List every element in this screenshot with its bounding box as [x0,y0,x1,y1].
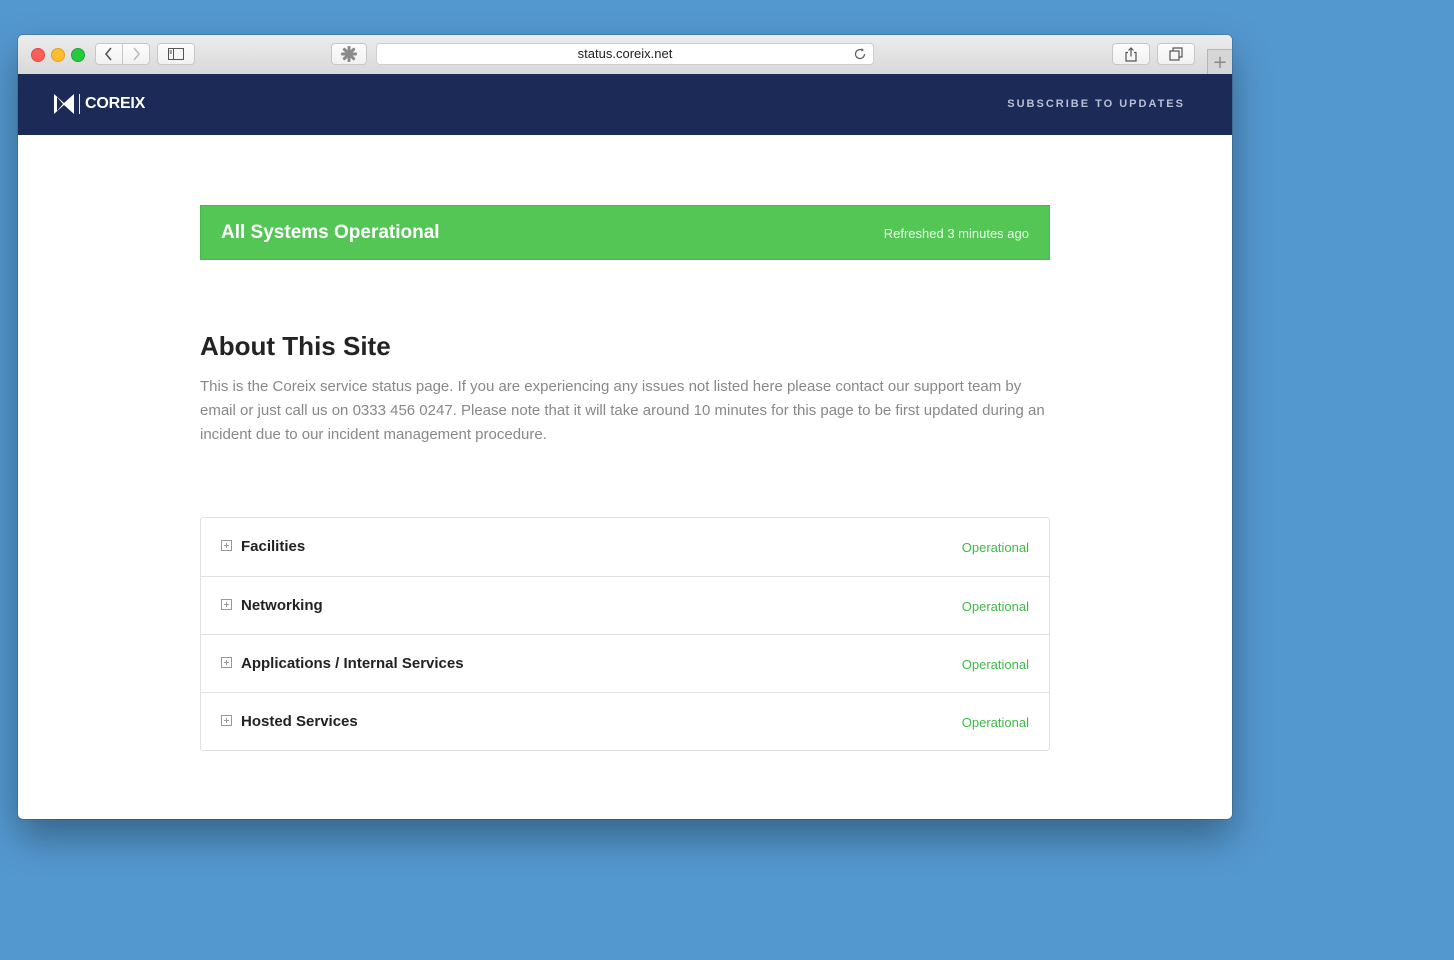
extension-button[interactable] [331,43,367,65]
component-status: Operational [961,715,1029,730]
component-name: Networking [241,597,323,614]
sidebar-toggle-button[interactable] [157,43,195,65]
component-row-applications[interactable]: Applications / Internal Services Operati… [201,634,1049,692]
status-banner: All Systems Operational Refreshed 3 minu… [200,205,1050,260]
overall-status: All Systems Operational [221,222,440,243]
components-list: Facilities Operational Networking Operat… [200,517,1050,751]
component-status: Operational [961,540,1029,555]
sidebar-icon [168,48,184,60]
refreshed-time: Refreshed 3 minutes ago [883,226,1029,241]
chevron-left-icon [104,47,112,61]
component-row-networking[interactable]: Networking Operational [201,576,1049,634]
brand-name: COREIX [85,95,146,112]
chevron-right-icon [133,47,141,61]
address-url: status.coreix.net [577,46,673,61]
show-tabs-button[interactable] [1157,43,1195,65]
extension-icon [341,46,357,62]
about-heading: About This Site [200,331,391,361]
browser-window: status.coreix.net + COREIX SUBSCRIBE TO … [18,35,1232,819]
subscribe-link[interactable]: SUBSCRIBE TO UPDATES [1007,98,1185,110]
reload-icon[interactable] [853,47,867,61]
zoom-window-button[interactable] [71,48,85,62]
component-status: Operational [961,599,1029,614]
tabs-icon [1169,47,1183,61]
component-row-hosted-services[interactable]: Hosted Services Operational [201,692,1049,750]
component-name: Hosted Services [241,713,358,730]
address-bar[interactable]: status.coreix.net [376,43,874,65]
coreix-mark-icon [54,94,74,114]
component-name: Facilities [241,538,306,555]
new-tab-button[interactable]: + [1207,49,1232,74]
logo-divider [79,94,80,114]
expand-icon[interactable] [221,540,232,551]
browser-toolbar: status.coreix.net + [18,35,1232,75]
minimize-window-button[interactable] [51,48,65,62]
about-description: This is the Coreix service status page. … [200,378,1045,443]
share-button[interactable] [1112,43,1150,65]
back-button[interactable] [95,43,123,65]
component-row-facilities[interactable]: Facilities Operational [201,518,1049,576]
close-window-button[interactable] [31,48,45,62]
component-status: Operational [961,657,1029,672]
expand-icon[interactable] [221,599,232,610]
expand-icon[interactable] [221,715,232,726]
forward-button[interactable] [122,43,150,65]
site-header: COREIX SUBSCRIBE TO UPDATES [18,74,1232,135]
coreix-logo[interactable]: COREIX [54,94,145,114]
share-icon [1125,46,1137,62]
component-name: Applications / Internal Services [241,655,464,672]
history-nav [95,43,150,65]
expand-icon[interactable] [221,657,232,668]
